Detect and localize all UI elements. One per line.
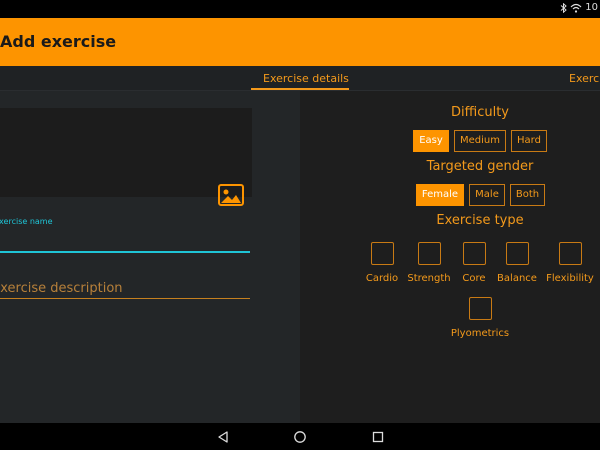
- right-panel: Difficulty Easy Medium Hard Targeted gen…: [300, 91, 600, 423]
- type-plyometrics-option[interactable]: Plyometrics: [450, 297, 510, 339]
- plyometrics-label: Plyometrics: [450, 328, 510, 339]
- difficulty-title: Difficulty: [451, 105, 509, 120]
- left-panel: Exercise name Exercise description: [0, 91, 300, 423]
- flexibility-label: Flexibility: [546, 273, 594, 284]
- plyometrics-checkbox[interactable]: [468, 297, 492, 320]
- wifi-icon: [570, 3, 582, 13]
- image-icon[interactable]: [218, 184, 244, 206]
- bluetooth-icon: [560, 2, 568, 13]
- type-balance-option[interactable]: Balance: [487, 242, 547, 284]
- status-icons: 10: [560, 2, 598, 13]
- balance-label: Balance: [497, 273, 537, 284]
- status-bar: 10: [0, 0, 600, 18]
- back-triangle-icon[interactable]: [216, 430, 230, 444]
- home-circle-icon[interactable]: [293, 430, 307, 444]
- gender-male-button[interactable]: Male: [469, 184, 505, 206]
- clock: 10: [585, 2, 598, 13]
- exercise-image-preview[interactable]: [0, 108, 252, 197]
- tab-bar: Exercise details Exercis: [0, 66, 600, 91]
- recents-square-icon[interactable]: [371, 430, 385, 444]
- cardio-checkbox[interactable]: [370, 242, 394, 265]
- app-title: Add exercise: [0, 32, 117, 51]
- exercise-type-title: Exercise type: [436, 213, 524, 228]
- tab-exercise-partial[interactable]: Exercis: [569, 72, 600, 85]
- gender-title: Targeted gender: [426, 159, 534, 174]
- type-flexibility-option[interactable]: Flexibility: [540, 242, 600, 284]
- difficulty-hard-button[interactable]: Hard: [511, 130, 547, 152]
- difficulty-easy-button[interactable]: Easy: [413, 130, 449, 152]
- core-checkbox[interactable]: [462, 242, 486, 265]
- balance-checkbox[interactable]: [505, 242, 529, 265]
- gender-female-button[interactable]: Female: [416, 184, 464, 206]
- exercise-name-label: Exercise name: [0, 217, 53, 226]
- difficulty-medium-button[interactable]: Medium: [454, 130, 506, 152]
- gender-both-button[interactable]: Both: [510, 184, 545, 206]
- navigation-bar: [0, 423, 600, 450]
- tab-indicator: [251, 88, 349, 90]
- exercise-description-field[interactable]: Exercise description: [0, 281, 250, 296]
- exercise-name-field[interactable]: [0, 251, 250, 253]
- strength-checkbox[interactable]: [417, 242, 441, 265]
- flexibility-checkbox[interactable]: [558, 242, 582, 265]
- app-bar: Add exercise: [0, 18, 600, 66]
- exercise-description-underline: [0, 298, 250, 299]
- tab-exercise-details[interactable]: Exercise details: [263, 72, 349, 85]
